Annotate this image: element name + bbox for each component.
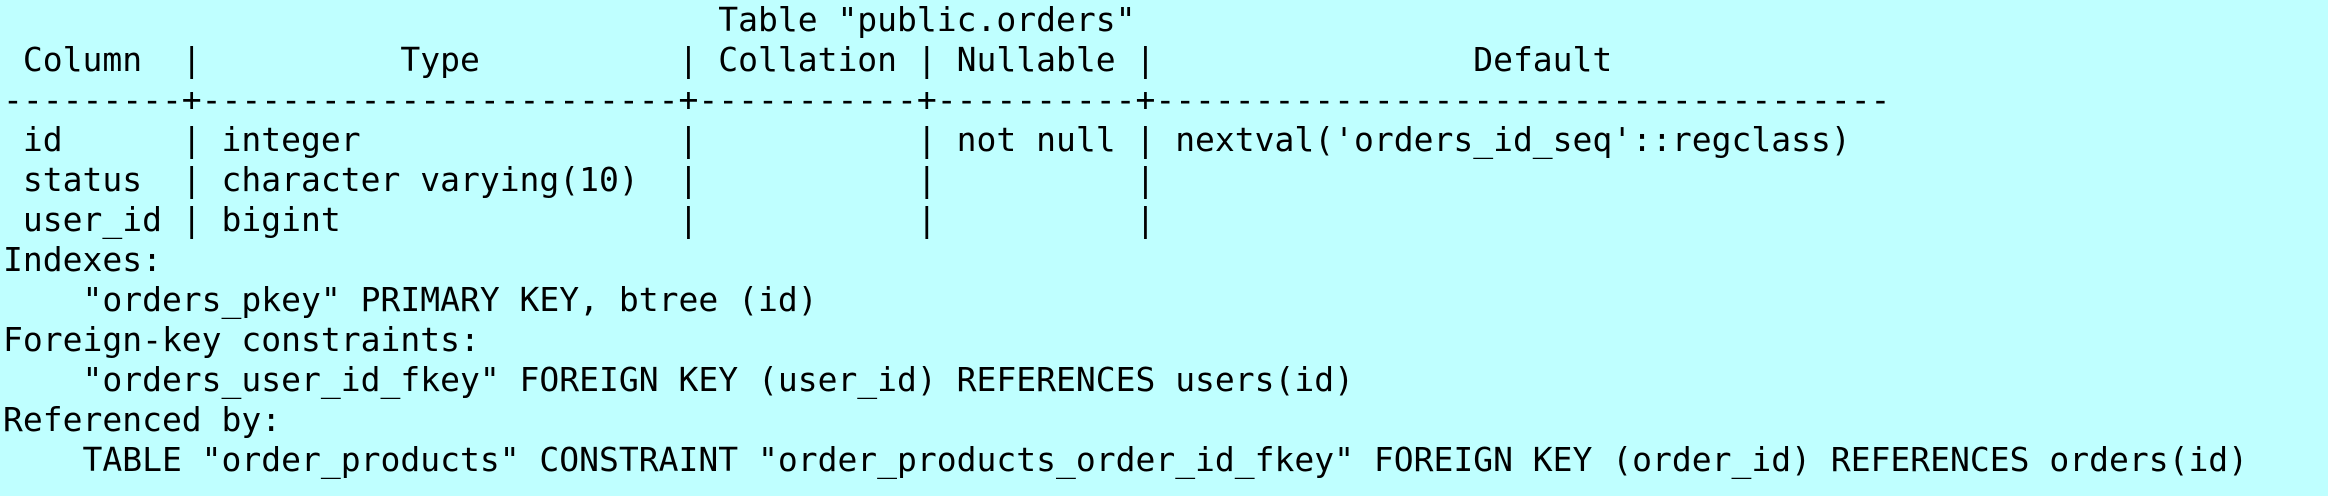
foreign-key-entry: "orders_user_id_fkey" FOREIGN KEY (user_… — [3, 360, 1355, 399]
referenced-by-heading: Referenced by: — [3, 400, 282, 439]
indexes-heading: Indexes: — [3, 240, 162, 279]
table-row: status | character varying(10) | | | — [3, 160, 1156, 199]
referenced-by-entry: TABLE "order_products" CONSTRAINT "order… — [3, 440, 2249, 479]
table-row: id | integer | | not null | nextval('ord… — [3, 120, 1851, 159]
table-separator: ---------+------------------------+-----… — [3, 80, 1891, 119]
index-entry: "orders_pkey" PRIMARY KEY, btree (id) — [3, 280, 818, 319]
table-row: user_id | bigint | | | — [3, 200, 1156, 239]
terminal-window[interactable]: Table "public.orders" Column | Type | Co… — [0, 0, 2328, 496]
foreign-keys-heading: Foreign-key constraints: — [3, 320, 480, 359]
table-header-row: Column | Type | Collation | Nullable | D… — [3, 40, 1613, 79]
table-title: Table "public.orders" — [3, 0, 1136, 39]
